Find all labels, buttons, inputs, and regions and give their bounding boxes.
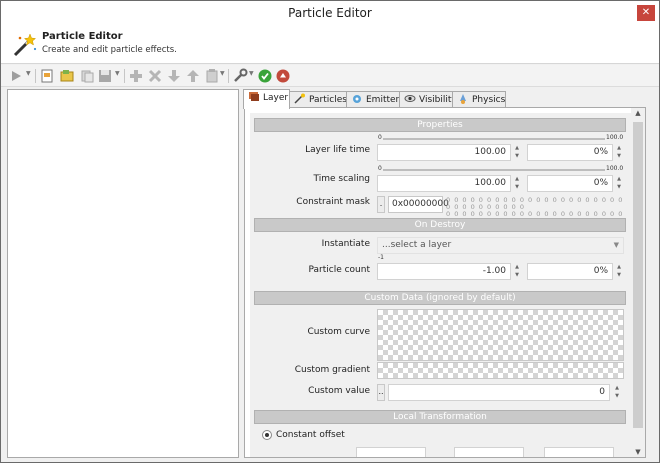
chevron-down-icon[interactable]: ▼ xyxy=(115,70,120,77)
layer-tree[interactable] xyxy=(7,89,239,458)
section-custom-data: Custom Data (ignored by default) xyxy=(254,291,626,305)
tab-particles[interactable]: Particles xyxy=(289,91,347,108)
ok-icon[interactable] xyxy=(257,68,273,84)
tab-emitter[interactable]: Emitter xyxy=(346,91,400,108)
custom-value-label: Custom value xyxy=(308,386,370,396)
slider-min-label: 0 xyxy=(378,165,382,172)
scrollbar-thumb[interactable] xyxy=(633,122,643,428)
title-bar: Particle Editor ✕ xyxy=(1,1,659,26)
physics-icon xyxy=(460,94,466,104)
move-down-icon[interactable] xyxy=(166,68,182,84)
layer-life-time-input[interactable]: 100.00 xyxy=(377,144,511,161)
time-scaling-spinner[interactable]: ▲ ▼ xyxy=(512,175,522,192)
tab-visibility[interactable]: Visibility xyxy=(399,91,457,108)
time-scaling-variation[interactable]: 0% xyxy=(527,175,613,192)
header-subtitle: Create and edit particle effects. xyxy=(42,45,177,55)
layer-life-time-variation[interactable]: 0% xyxy=(527,144,613,161)
layer-life-time-variation-spinner[interactable]: ▲ ▼ xyxy=(614,144,624,161)
custom-curve-editor[interactable] xyxy=(377,309,624,361)
chevron-down-icon[interactable]: ▼ xyxy=(220,70,225,77)
layer-tab-panel: Properties 0 100.0 Layer life time 100.0… xyxy=(244,107,646,458)
custom-value-input[interactable]: 0 xyxy=(388,384,610,401)
close-button[interactable]: ✕ xyxy=(637,5,655,21)
tab-layer[interactable]: Layer xyxy=(243,89,290,109)
constraint-mask-button[interactable]: . xyxy=(377,196,385,213)
tab-label: Layer xyxy=(263,93,289,103)
constraint-mask-bits[interactable]: 0 0 0 0 0 0 0 0 0 0 0 0 0 0 0 0 0 0 0 0 … xyxy=(446,197,626,225)
section-local-transformation: Local Transformation xyxy=(254,410,626,424)
tab-label: Emitter xyxy=(366,95,400,105)
layer-properties: Properties 0 100.0 Layer life time 100.0… xyxy=(250,113,631,457)
layer-life-time-spinner[interactable]: ▲ ▼ xyxy=(512,144,522,161)
tab-label: Physics xyxy=(472,95,506,105)
custom-gradient-editor[interactable] xyxy=(377,362,624,379)
instantiate-label: Instantiate xyxy=(321,239,370,249)
particles-icon xyxy=(294,93,305,104)
play-icon[interactable] xyxy=(8,68,24,84)
custom-gradient-label: Custom gradient xyxy=(294,365,370,375)
section-on-destroy: On Destroy xyxy=(254,218,626,232)
particle-count-variation[interactable]: 0% xyxy=(527,263,613,280)
eye-icon xyxy=(404,95,416,102)
offset-y-input[interactable] xyxy=(454,447,524,457)
chevron-down-icon[interactable]: ▼ xyxy=(26,70,31,77)
copy-icon[interactable] xyxy=(79,68,95,84)
delete-icon[interactable] xyxy=(147,68,163,84)
custom-value-button[interactable]: .. xyxy=(377,384,385,401)
layer-icon xyxy=(249,92,259,101)
toolbar: ▼ ▼ ▼ ▼ xyxy=(1,65,659,87)
custom-curve-label: Custom curve xyxy=(307,327,370,337)
offset-z-input[interactable] xyxy=(544,447,614,457)
save-icon[interactable] xyxy=(97,68,113,84)
instantiate-select[interactable]: ...select a layer ▼ xyxy=(377,237,624,254)
window-title: Particle Editor xyxy=(288,6,372,20)
constraint-mask-label: Constraint mask xyxy=(296,197,370,207)
time-scaling-variation-spinner[interactable]: ▲ ▼ xyxy=(614,175,624,192)
toolbar-separator xyxy=(228,69,229,83)
magic-wand-icon xyxy=(13,33,37,57)
offset-x-input[interactable] xyxy=(356,447,426,457)
time-scaling-input[interactable]: 100.00 xyxy=(377,175,511,192)
particle-count-label: Particle count xyxy=(308,265,370,275)
wrench-icon[interactable] xyxy=(232,68,248,84)
header-title: Particle Editor xyxy=(42,31,123,42)
slider-max-label: 100.0 xyxy=(606,134,624,141)
open-folder-icon[interactable] xyxy=(59,68,75,84)
new-layer-icon[interactable] xyxy=(39,68,55,84)
particle-count-input[interactable]: -1.00 xyxy=(377,263,511,280)
time-scaling-label: Time scaling xyxy=(313,174,370,184)
panel-scrollbar[interactable]: ▲ ▼ xyxy=(631,108,645,457)
instantiate-value: ...select a layer xyxy=(382,240,452,250)
time-scaling-slider[interactable] xyxy=(383,169,605,171)
slider-max-label: 100.0 xyxy=(606,165,624,172)
custom-value-spinner[interactable]: ▲ ▼ xyxy=(612,384,622,401)
slider-min-label: 0 xyxy=(378,134,382,141)
emitter-icon xyxy=(353,95,361,103)
section-properties: Properties xyxy=(254,118,626,132)
constant-offset-radio[interactable] xyxy=(262,430,272,440)
header-banner: Particle Editor Create and edit particle… xyxy=(1,26,659,64)
paste-icon[interactable] xyxy=(204,68,220,84)
scroll-down-icon[interactable]: ▼ xyxy=(631,448,645,456)
chevron-down-icon: ▼ xyxy=(613,241,619,249)
toolbar-separator xyxy=(124,69,125,83)
add-icon[interactable] xyxy=(128,68,144,84)
move-up-icon[interactable] xyxy=(185,68,201,84)
constant-offset-label: Constant offset xyxy=(276,430,345,440)
chevron-down-icon[interactable]: ▼ xyxy=(249,70,254,77)
tab-label: Particles xyxy=(309,95,347,105)
tab-physics[interactable]: Physics xyxy=(452,91,506,108)
cancel-icon[interactable] xyxy=(275,68,291,84)
particle-count-spinner[interactable]: ▲ ▼ xyxy=(512,263,522,280)
layer-life-time-label: Layer life time xyxy=(305,145,370,155)
scroll-up-icon[interactable]: ▲ xyxy=(631,109,645,117)
particle-editor-window: Particle Editor ✕ Particle Editor Create… xyxy=(0,0,660,463)
layer-life-time-slider[interactable] xyxy=(383,138,605,140)
particle-count-variation-spinner[interactable]: ▲ ▼ xyxy=(614,263,624,280)
toolbar-separator xyxy=(35,69,36,83)
constraint-mask-input[interactable]: 0x00000000 xyxy=(388,196,449,213)
particle-count-tick: -1 xyxy=(378,254,384,261)
